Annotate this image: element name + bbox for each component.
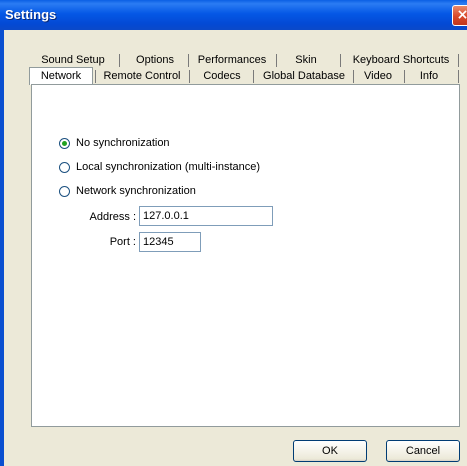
tab-separator	[458, 70, 459, 83]
title-bar[interactable]: Settings ×	[0, 0, 467, 30]
tab-info[interactable]: Info	[408, 68, 450, 84]
tab-separator	[188, 54, 189, 67]
tab-separator	[95, 70, 96, 83]
address-label: Address :	[89, 211, 136, 223]
tab-skin[interactable]: Skin	[280, 52, 332, 68]
close-icon[interactable]: ×	[452, 5, 467, 26]
tab-performances[interactable]: Performances	[192, 52, 272, 68]
port-label: Port :	[109, 236, 136, 248]
tab-codecs[interactable]: Codecs	[192, 68, 252, 84]
radio-no-sync[interactable]: No synchronization	[59, 136, 170, 150]
tab-separator	[353, 70, 354, 83]
port-field[interactable]: 12345	[139, 232, 201, 252]
tab-separator	[340, 54, 341, 67]
tab-options[interactable]: Options	[123, 52, 187, 68]
radio-button[interactable]	[59, 185, 70, 197]
radio-local-sync[interactable]: Local synchronization (multi-instance)	[59, 160, 260, 174]
tab-keyboard-shortcuts[interactable]: Keyboard Shortcuts	[345, 52, 457, 68]
tab-separator	[253, 70, 254, 83]
tab-global-database[interactable]: Global Database	[256, 68, 352, 84]
window-title: Settings	[5, 7, 57, 22]
tab-remote-control[interactable]: Remote Control	[98, 68, 186, 84]
tab-separator	[189, 70, 190, 83]
ok-button[interactable]: OK	[293, 440, 367, 462]
address-field[interactable]: 127.0.0.1	[139, 206, 273, 226]
radio-network-sync[interactable]: Network synchronization	[59, 184, 196, 198]
radio-button[interactable]	[59, 161, 70, 173]
cancel-button[interactable]: Cancel	[386, 440, 460, 462]
tab-separator	[119, 54, 120, 67]
window-border-left	[0, 30, 4, 466]
tab-video[interactable]: Video	[356, 68, 400, 84]
tab-sound-setup[interactable]: Sound Setup	[28, 52, 118, 68]
tab-separator	[458, 54, 459, 67]
tab-separator	[404, 70, 405, 83]
radio-label: No synchronization	[76, 137, 170, 149]
radio-label: Network synchronization	[76, 185, 196, 197]
tab-network[interactable]: Network	[30, 68, 92, 84]
radio-button-checked[interactable]	[59, 137, 70, 149]
radio-label: Local synchronization (multi-instance)	[76, 161, 261, 173]
tab-separator	[276, 54, 277, 67]
